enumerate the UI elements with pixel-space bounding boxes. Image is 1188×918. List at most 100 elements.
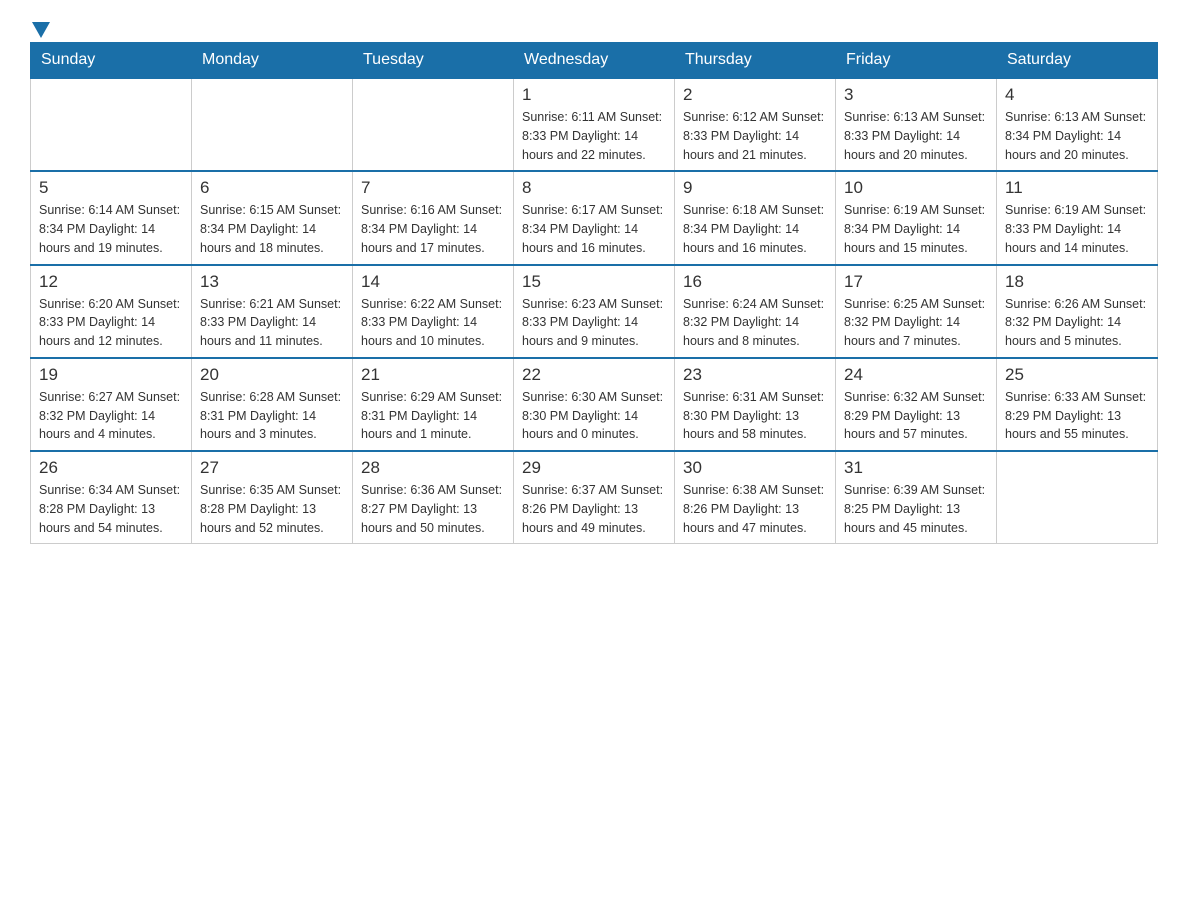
calendar-cell: [997, 451, 1158, 544]
calendar-cell: 5 Sunrise: 6:14 AM Sunset: 8:34 PM Daylig…: [31, 171, 192, 264]
calendar-cell: 13 Sunrise: 6:21 AM Sunset: 8:33 PM Dayli…: [192, 265, 353, 358]
day-number: 20: [200, 365, 344, 385]
calendar-cell: 6 Sunrise: 6:15 AM Sunset: 8:34 PM Daylig…: [192, 171, 353, 264]
day-number: 9: [683, 178, 827, 198]
day-number: 16: [683, 272, 827, 292]
calendar-cell: 31 Sunrise: 6:39 AM Sunset: 8:25 PM Dayli…: [836, 451, 997, 544]
day-number: 30: [683, 458, 827, 478]
day-info: Sunrise: 6:11 AM Sunset: 8:33 PM Dayligh…: [522, 108, 666, 164]
day-number: 21: [361, 365, 505, 385]
day-header-monday: Monday: [192, 43, 353, 79]
calendar-week-row: 19 Sunrise: 6:27 AM Sunset: 8:32 PM Dayli…: [31, 358, 1158, 451]
calendar-cell: [31, 78, 192, 171]
day-info: Sunrise: 6:36 AM Sunset: 8:27 PM Dayligh…: [361, 481, 505, 537]
calendar-cell: 20 Sunrise: 6:28 AM Sunset: 8:31 PM Dayli…: [192, 358, 353, 451]
day-info: Sunrise: 6:21 AM Sunset: 8:33 PM Dayligh…: [200, 295, 344, 351]
calendar-cell: 3 Sunrise: 6:13 AM Sunset: 8:33 PM Daylig…: [836, 78, 997, 171]
day-info: Sunrise: 6:17 AM Sunset: 8:34 PM Dayligh…: [522, 201, 666, 257]
calendar-cell: 28 Sunrise: 6:36 AM Sunset: 8:27 PM Dayli…: [353, 451, 514, 544]
day-info: Sunrise: 6:30 AM Sunset: 8:30 PM Dayligh…: [522, 388, 666, 444]
day-info: Sunrise: 6:25 AM Sunset: 8:32 PM Dayligh…: [844, 295, 988, 351]
calendar-week-row: 12 Sunrise: 6:20 AM Sunset: 8:33 PM Dayli…: [31, 265, 1158, 358]
day-header-sunday: Sunday: [31, 43, 192, 79]
day-header-tuesday: Tuesday: [353, 43, 514, 79]
day-info: Sunrise: 6:39 AM Sunset: 8:25 PM Dayligh…: [844, 481, 988, 537]
calendar-week-row: 1 Sunrise: 6:11 AM Sunset: 8:33 PM Daylig…: [31, 78, 1158, 171]
day-number: 31: [844, 458, 988, 478]
day-number: 26: [39, 458, 183, 478]
day-info: Sunrise: 6:19 AM Sunset: 8:34 PM Dayligh…: [844, 201, 988, 257]
calendar-cell: [353, 78, 514, 171]
calendar-cell: 16Sunrise: 6:24 AM Sunset: 8:32 PM Dayli…: [675, 265, 836, 358]
day-number: 5: [39, 178, 183, 198]
day-number: 13: [200, 272, 344, 292]
day-number: 29: [522, 458, 666, 478]
day-info: Sunrise: 6:22 AM Sunset: 8:33 PM Dayligh…: [361, 295, 505, 351]
day-number: 12: [39, 272, 183, 292]
day-number: 1: [522, 85, 666, 105]
day-info: Sunrise: 6:13 AM Sunset: 8:34 PM Dayligh…: [1005, 108, 1149, 164]
calendar-cell: 26 Sunrise: 6:34 AM Sunset: 8:28 PM Dayli…: [31, 451, 192, 544]
logo-arrow-icon: [32, 22, 50, 38]
day-info: Sunrise: 6:29 AM Sunset: 8:31 PM Dayligh…: [361, 388, 505, 444]
day-number: 14: [361, 272, 505, 292]
day-info: Sunrise: 6:14 AM Sunset: 8:34 PM Dayligh…: [39, 201, 183, 257]
calendar-cell: 17 Sunrise: 6:25 AM Sunset: 8:32 PM Dayli…: [836, 265, 997, 358]
calendar-cell: 23Sunrise: 6:31 AM Sunset: 8:30 PM Dayli…: [675, 358, 836, 451]
day-number: 11: [1005, 178, 1149, 198]
calendar-table: SundayMondayTuesdayWednesdayThursdayFrid…: [30, 42, 1158, 544]
calendar-cell: 18 Sunrise: 6:26 AM Sunset: 8:32 PM Dayli…: [997, 265, 1158, 358]
day-info: Sunrise: 6:15 AM Sunset: 8:34 PM Dayligh…: [200, 201, 344, 257]
day-number: 3: [844, 85, 988, 105]
day-number: 6: [200, 178, 344, 198]
calendar-cell: 24 Sunrise: 6:32 AM Sunset: 8:29 PM Dayli…: [836, 358, 997, 451]
calendar-cell: 22 Sunrise: 6:30 AM Sunset: 8:30 PM Dayli…: [514, 358, 675, 451]
calendar-cell: 30 Sunrise: 6:38 AM Sunset: 8:26 PM Dayli…: [675, 451, 836, 544]
day-header-friday: Friday: [836, 43, 997, 79]
calendar-week-row: 5 Sunrise: 6:14 AM Sunset: 8:34 PM Daylig…: [31, 171, 1158, 264]
day-number: 18: [1005, 272, 1149, 292]
calendar-cell: 10Sunrise: 6:19 AM Sunset: 8:34 PM Dayli…: [836, 171, 997, 264]
day-info: Sunrise: 6:33 AM Sunset: 8:29 PM Dayligh…: [1005, 388, 1149, 444]
day-info: Sunrise: 6:19 AM Sunset: 8:33 PM Dayligh…: [1005, 201, 1149, 257]
logo: [30, 20, 52, 32]
day-info: Sunrise: 6:20 AM Sunset: 8:33 PM Dayligh…: [39, 295, 183, 351]
calendar-header-row: SundayMondayTuesdayWednesdayThursdayFrid…: [31, 43, 1158, 79]
calendar-cell: 7 Sunrise: 6:16 AM Sunset: 8:34 PM Daylig…: [353, 171, 514, 264]
calendar-cell: 12 Sunrise: 6:20 AM Sunset: 8:33 PM Dayli…: [31, 265, 192, 358]
page-header: [30, 20, 1158, 32]
day-info: Sunrise: 6:34 AM Sunset: 8:28 PM Dayligh…: [39, 481, 183, 537]
day-info: Sunrise: 6:28 AM Sunset: 8:31 PM Dayligh…: [200, 388, 344, 444]
day-number: 19: [39, 365, 183, 385]
calendar-cell: [192, 78, 353, 171]
calendar-cell: 14 Sunrise: 6:22 AM Sunset: 8:33 PM Dayli…: [353, 265, 514, 358]
calendar-cell: 27 Sunrise: 6:35 AM Sunset: 8:28 PM Dayli…: [192, 451, 353, 544]
day-number: 15: [522, 272, 666, 292]
day-number: 17: [844, 272, 988, 292]
calendar-cell: 11 Sunrise: 6:19 AM Sunset: 8:33 PM Dayli…: [997, 171, 1158, 264]
day-info: Sunrise: 6:32 AM Sunset: 8:29 PM Dayligh…: [844, 388, 988, 444]
day-info: Sunrise: 6:35 AM Sunset: 8:28 PM Dayligh…: [200, 481, 344, 537]
day-info: Sunrise: 6:16 AM Sunset: 8:34 PM Dayligh…: [361, 201, 505, 257]
calendar-week-row: 26 Sunrise: 6:34 AM Sunset: 8:28 PM Dayli…: [31, 451, 1158, 544]
day-info: Sunrise: 6:13 AM Sunset: 8:33 PM Dayligh…: [844, 108, 988, 164]
day-info: Sunrise: 6:12 AM Sunset: 8:33 PM Dayligh…: [683, 108, 827, 164]
calendar-cell: 2Sunrise: 6:12 AM Sunset: 8:33 PM Daylig…: [675, 78, 836, 171]
day-info: Sunrise: 6:31 AM Sunset: 8:30 PM Dayligh…: [683, 388, 827, 444]
day-info: Sunrise: 6:27 AM Sunset: 8:32 PM Dayligh…: [39, 388, 183, 444]
day-number: 24: [844, 365, 988, 385]
day-number: 25: [1005, 365, 1149, 385]
day-info: Sunrise: 6:38 AM Sunset: 8:26 PM Dayligh…: [683, 481, 827, 537]
day-number: 27: [200, 458, 344, 478]
calendar-cell: 8 Sunrise: 6:17 AM Sunset: 8:34 PM Daylig…: [514, 171, 675, 264]
day-number: 7: [361, 178, 505, 198]
day-number: 8: [522, 178, 666, 198]
day-number: 22: [522, 365, 666, 385]
day-info: Sunrise: 6:37 AM Sunset: 8:26 PM Dayligh…: [522, 481, 666, 537]
calendar-cell: 9Sunrise: 6:18 AM Sunset: 8:34 PM Daylig…: [675, 171, 836, 264]
day-number: 4: [1005, 85, 1149, 105]
day-info: Sunrise: 6:26 AM Sunset: 8:32 PM Dayligh…: [1005, 295, 1149, 351]
day-number: 28: [361, 458, 505, 478]
calendar-cell: 15Sunrise: 6:23 AM Sunset: 8:33 PM Dayli…: [514, 265, 675, 358]
calendar-cell: 29 Sunrise: 6:37 AM Sunset: 8:26 PM Dayli…: [514, 451, 675, 544]
